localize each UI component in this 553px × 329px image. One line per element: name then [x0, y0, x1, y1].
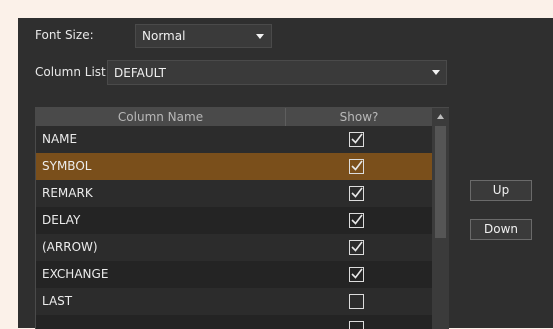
checkmark-icon	[351, 160, 363, 171]
table-row[interactable]: REMARK	[36, 180, 432, 207]
font-size-label: Font Size:	[35, 28, 94, 42]
chevron-down-icon	[256, 34, 264, 39]
column-name-cell: SYMBOL	[42, 159, 92, 173]
table-row[interactable]: EXCHANGE	[36, 261, 432, 288]
scroll-up-arrow-icon[interactable]	[434, 110, 447, 123]
show-checkbox[interactable]	[349, 240, 364, 255]
font-size-dropdown[interactable]: Normal	[135, 24, 272, 48]
table-row[interactable]: SYMBOL	[36, 153, 432, 180]
column-list-label: Column List	[35, 65, 106, 79]
table-row[interactable]: DELAY	[36, 207, 432, 234]
show-checkbox[interactable]	[349, 159, 364, 174]
show-checkbox[interactable]	[349, 186, 364, 201]
column-name-cell: (ARROW)	[42, 240, 98, 254]
column-name-cell: REMARK	[42, 186, 93, 200]
column-name-header: Column Name	[117, 110, 204, 124]
column-name-cell: DELAY	[42, 213, 81, 227]
show-checkbox[interactable]	[349, 294, 364, 309]
table-row[interactable]: (ARROW)	[36, 234, 432, 261]
column-list-dropdown[interactable]: DEFAULT	[107, 60, 447, 85]
move-up-button[interactable]: Up	[470, 180, 532, 201]
column-name-cell: NAME	[42, 132, 78, 146]
show-checkbox[interactable]	[349, 267, 364, 282]
chevron-down-icon	[432, 70, 440, 75]
scrollbar-thumb[interactable]	[435, 126, 446, 238]
show-checkbox[interactable]	[349, 213, 364, 228]
vertical-scrollbar[interactable]	[432, 108, 449, 329]
checkmark-icon	[351, 268, 363, 279]
columns-table: Column Name Show? NAME SYMBOL REMARK DELAY (…	[35, 107, 449, 329]
column-list-value: DEFAULT	[114, 65, 166, 80]
column-settings-panel: Font Size: Normal Column List DEFAULT Co…	[18, 18, 553, 329]
checkmark-icon	[351, 214, 363, 225]
column-name-cell: LAST	[42, 294, 73, 308]
table-row[interactable]	[36, 315, 432, 329]
checkmark-icon	[351, 241, 363, 252]
font-size-value: Normal	[142, 29, 186, 43]
checkmark-icon	[351, 133, 363, 144]
table-header: Column Name Show?	[36, 108, 432, 126]
column-name-cell: EXCHANGE	[42, 267, 109, 281]
show-header: Show?	[339, 110, 379, 124]
checkmark-icon	[351, 187, 363, 198]
table-row[interactable]: LAST	[36, 288, 432, 315]
move-down-button[interactable]: Down	[470, 219, 532, 240]
show-checkbox[interactable]	[349, 132, 364, 147]
table-row[interactable]: NAME	[36, 126, 432, 153]
